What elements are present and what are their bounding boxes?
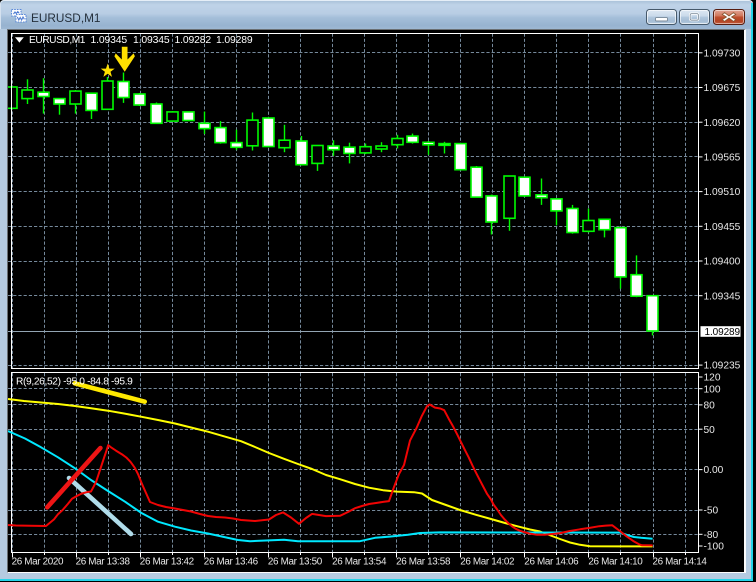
svg-text:26 Mar 13:54: 26 Mar 13:54 (332, 557, 387, 568)
svg-text:26 Mar 13:46: 26 Mar 13:46 (204, 557, 259, 568)
svg-text:0.00: 0.00 (704, 465, 724, 476)
svg-text:120: 120 (704, 373, 721, 384)
svg-text:26 Mar 13:38: 26 Mar 13:38 (76, 557, 131, 568)
svg-text:26 Mar 13:58: 26 Mar 13:58 (396, 557, 451, 568)
svg-text:100: 100 (704, 384, 721, 395)
svg-text:1.09345: 1.09345 (91, 35, 128, 46)
svg-text:-100: -100 (704, 542, 725, 553)
svg-text:EURUSD,M1: EURUSD,M1 (29, 35, 86, 46)
svg-text:1.09400: 1.09400 (704, 257, 741, 268)
svg-text:1.09235: 1.09235 (704, 361, 741, 372)
svg-text:26 Mar 13:50: 26 Mar 13:50 (268, 557, 323, 568)
svg-text:1.09620: 1.09620 (704, 118, 741, 129)
svg-text:26 Mar 14:14: 26 Mar 14:14 (653, 557, 708, 568)
svg-text:1.09510: 1.09510 (704, 187, 741, 198)
svg-text:80: 80 (704, 401, 716, 412)
svg-text:1.09565: 1.09565 (704, 153, 741, 164)
svg-text:26 Mar 14:06: 26 Mar 14:06 (524, 557, 579, 568)
svg-text:1.09289: 1.09289 (705, 327, 741, 338)
svg-text:1.09730: 1.09730 (704, 48, 741, 59)
svg-text:50: 50 (704, 425, 716, 436)
svg-text:1.09289: 1.09289 (216, 35, 253, 46)
svg-text:1.09345: 1.09345 (133, 35, 170, 46)
svg-text:26 Mar 2020: 26 Mar 2020 (12, 557, 64, 568)
svg-text:1.09345: 1.09345 (704, 291, 741, 302)
svg-text:26 Mar 13:42: 26 Mar 13:42 (140, 557, 194, 568)
svg-text:1.09455: 1.09455 (704, 222, 741, 233)
svg-text:R(9,26,52) -95.0 -84.8 -95.9: R(9,26,52) -95.0 -84.8 -95.9 (16, 377, 133, 388)
svg-text:-80: -80 (704, 530, 719, 541)
svg-text:1.09675: 1.09675 (704, 83, 741, 94)
svg-text:1.09282: 1.09282 (175, 35, 212, 46)
svg-text:-50: -50 (704, 506, 719, 517)
svg-text:26 Mar 14:02: 26 Mar 14:02 (460, 557, 514, 568)
svg-text:26 Mar 14:10: 26 Mar 14:10 (588, 557, 643, 568)
